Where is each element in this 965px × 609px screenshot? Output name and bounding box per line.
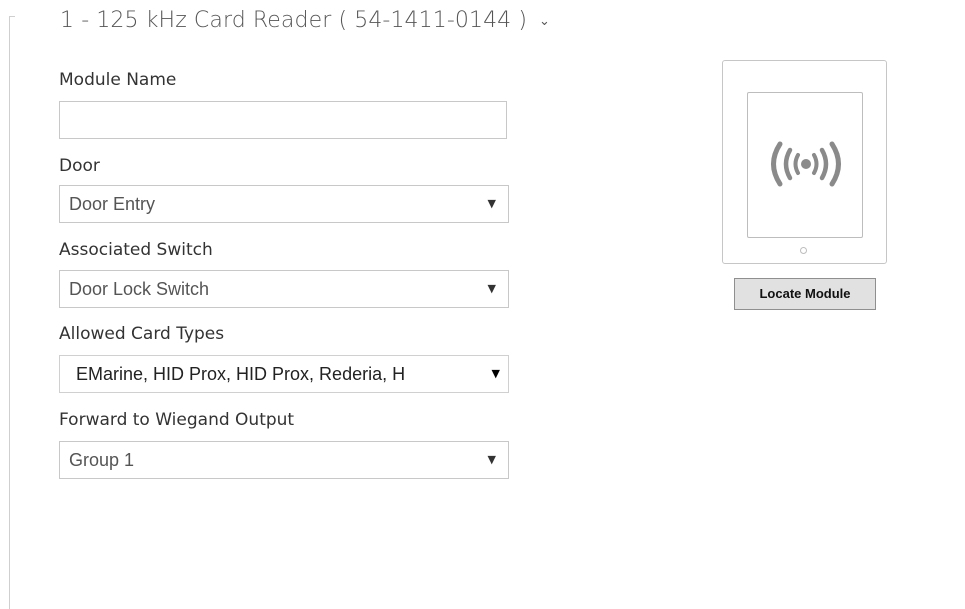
module-preview-card xyxy=(722,60,887,264)
locate-module-button[interactable]: Locate Module xyxy=(734,278,876,310)
module-preview-screen xyxy=(747,92,863,238)
dropdown-arrow-icon: ▼ xyxy=(487,282,496,295)
door-select[interactable]: Door Entry ▼ xyxy=(59,185,509,223)
dropdown-arrow-icon: ▼ xyxy=(487,197,496,210)
section-header[interactable]: 1 - 125 kHz Card Reader ( 54-1411-0144 )… xyxy=(60,8,550,33)
associated-switch-label: Associated Switch xyxy=(59,240,213,260)
section-bracket-line xyxy=(9,16,10,609)
door-select-value: Door Entry xyxy=(69,194,156,214)
section-bracket-tick xyxy=(9,16,15,17)
wiegand-output-select-value: Group 1 xyxy=(69,450,135,470)
chevron-down-icon[interactable]: ⌄ xyxy=(539,14,550,29)
allowed-card-types-select[interactable]: EMarine, HID Prox, HID Prox, Rederia, H … xyxy=(59,355,509,393)
section-title: 1 - 125 kHz Card Reader ( 54-1411-0144 ) xyxy=(60,8,528,33)
rfid-icon xyxy=(771,141,841,187)
module-name-input[interactable] xyxy=(59,101,507,139)
wiegand-output-select[interactable]: Group 1 ▼ xyxy=(59,441,509,479)
wiegand-output-label: Forward to Wiegand Output xyxy=(59,410,295,430)
module-name-label: Module Name xyxy=(59,70,177,90)
allowed-card-types-label: Allowed Card Types xyxy=(59,324,225,344)
associated-switch-select[interactable]: Door Lock Switch ▼ xyxy=(59,270,509,308)
module-indicator-dot xyxy=(800,247,807,254)
dropdown-arrow-icon: ▼ xyxy=(491,367,500,380)
associated-switch-select-value: Door Lock Switch xyxy=(69,279,210,299)
door-label: Door xyxy=(59,156,100,176)
dropdown-arrow-icon: ▼ xyxy=(487,453,496,466)
allowed-card-types-select-value: EMarine, HID Prox, HID Prox, Rederia, H xyxy=(76,364,406,384)
